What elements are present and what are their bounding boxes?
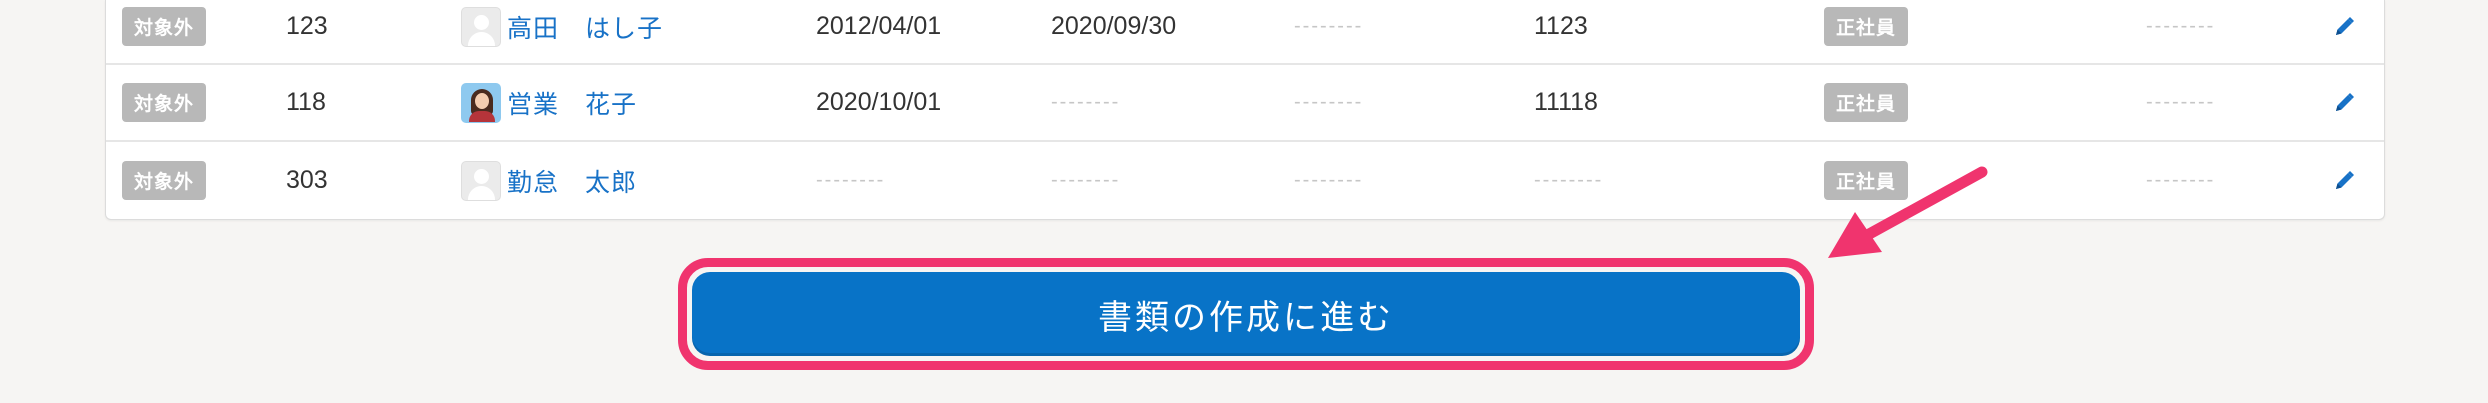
user-photo-avatar [461, 82, 501, 123]
empty-value: -------- [2146, 91, 2216, 113]
table-row: 対象外 303 勤怠 太郎 -------- -------- --------… [106, 142, 2384, 219]
proceed-to-documents-button[interactable]: 書類の作成に進む [692, 272, 1800, 356]
status-badge: 対象外 [122, 83, 207, 122]
hire-date: 2012/04/01 [816, 12, 942, 40]
empty-value: -------- [2146, 15, 2216, 37]
pencil-icon[interactable] [2331, 14, 2357, 40]
employee-name-cell[interactable]: 営業 花子 [461, 65, 637, 140]
employee-name-cell[interactable]: 勤怠 太郎 [461, 142, 637, 219]
employee-id: 123 [286, 12, 328, 40]
employee-name-link[interactable]: 勤怠 太郎 [507, 163, 637, 199]
empty-value: -------- [1294, 91, 1364, 113]
empty-value: -------- [1294, 15, 1364, 37]
employee-code: -------- [1534, 169, 1604, 191]
employee-id: 303 [286, 166, 328, 194]
empty-value: -------- [1294, 169, 1364, 191]
empty-value: -------- [2146, 169, 2216, 191]
status-badge: 対象外 [122, 161, 207, 200]
employment-type-badge: 正社員 [1824, 83, 1909, 122]
hire-date: -------- [816, 169, 886, 191]
employee-name-link[interactable]: 高田 はし子 [507, 9, 663, 45]
pencil-icon[interactable] [2331, 168, 2357, 194]
user-avatar-icon [461, 160, 501, 201]
table-row: 対象外 118 営業 花子 2020/10/01 -------- ------… [106, 65, 2384, 142]
leave-date: -------- [1051, 169, 1121, 191]
submit-highlight-frame: 書類の作成に進む [678, 258, 1814, 370]
employee-name-link[interactable]: 営業 花子 [507, 85, 637, 121]
hire-date: 2020/10/01 [816, 88, 942, 116]
employee-id: 118 [286, 88, 326, 116]
arrow-pointer-icon [1828, 166, 1988, 258]
employee-name-cell[interactable]: 高田 はし子 [461, 0, 663, 63]
employee-code: 11118 [1534, 88, 1598, 116]
status-badge: 対象外 [122, 7, 207, 46]
table-row: 対象外 123 高田 はし子 2012/04/01 2020/09/30 ---… [106, 0, 2384, 65]
employee-code: 1123 [1534, 12, 1588, 40]
employee-table: 対象外 123 高田 はし子 2012/04/01 2020/09/30 ---… [105, 0, 2385, 220]
leave-date: 2020/09/30 [1051, 12, 1177, 40]
user-avatar-icon [461, 6, 501, 47]
leave-date: -------- [1051, 91, 1121, 113]
employment-type-badge: 正社員 [1824, 7, 1909, 46]
pencil-icon[interactable] [2331, 90, 2357, 116]
